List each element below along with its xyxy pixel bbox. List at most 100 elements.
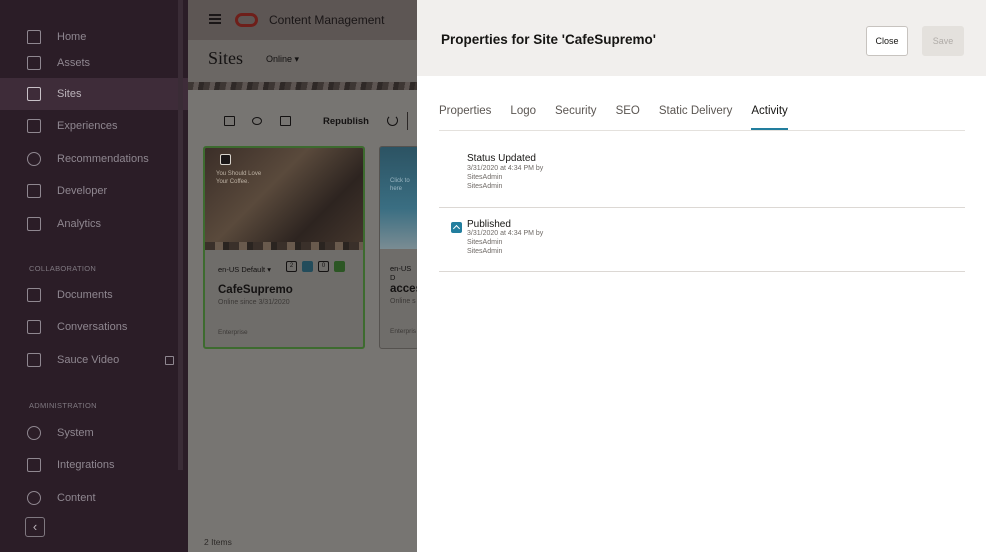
sites-icon (27, 87, 41, 101)
card-select-checkbox[interactable] (220, 154, 231, 165)
sidebar-scrollbar[interactable] (178, 0, 183, 470)
close-button[interactable]: Close (866, 26, 908, 56)
documents-icon (27, 288, 41, 302)
gear-icon (27, 426, 41, 440)
folder-icon[interactable] (224, 116, 235, 126)
tab-static-delivery[interactable]: Static Delivery (659, 105, 733, 130)
sidebar-item-documents[interactable]: Documents (0, 279, 188, 311)
activity-user: SitesAdmin (467, 183, 503, 190)
site-card-access[interactable]: Click to here en-US D acces Online s Ent… (379, 146, 419, 349)
activity-title: Status Updated (467, 153, 536, 164)
power-icon[interactable] (387, 115, 398, 126)
panel-header: Properties for Site 'CafeSupremo' Close … (417, 0, 986, 76)
activity-item: Published 3/31/2020 at 4:34 PM by SitesA… (439, 208, 965, 272)
panel-title: Properties for Site 'CafeSupremo' (441, 32, 656, 47)
sidebar-item-conversations[interactable]: Conversations (0, 311, 188, 343)
republish-button[interactable]: Republish (323, 116, 369, 127)
sidebar-item-label: System (57, 427, 94, 439)
main-content: Content Management Sites Online ▾ Republ… (188, 0, 419, 552)
site-card-cafesupremo[interactable]: You Should Love Your Coffee. en-US Defau… (203, 146, 365, 349)
activity-user: SitesAdmin (467, 248, 503, 255)
page-title: Sites (208, 48, 244, 68)
tab-security[interactable]: Security (555, 105, 597, 130)
sidebar-item-assets[interactable]: Assets (0, 47, 188, 79)
video-icon (27, 353, 41, 367)
content-icon (27, 491, 41, 505)
properties-panel: Properties for Site 'CafeSupremo' Close … (417, 0, 986, 552)
site-status: Online s (390, 298, 416, 305)
toolbar-divider (407, 112, 408, 130)
app-title: Content Management (269, 13, 385, 27)
collapse-sidebar-button[interactable]: ‹ (25, 517, 45, 537)
card-badges: 2 0 (286, 261, 345, 272)
analytics-icon (27, 217, 41, 231)
thumbnail-caption: Click to here (390, 178, 410, 192)
sidebar-item-integrations[interactable]: Integrations (0, 449, 188, 481)
sidebar-item-label: Integrations (57, 459, 115, 471)
sidebar-item-content[interactable]: Content (0, 482, 188, 514)
sidebar-item-analytics[interactable]: Analytics (0, 208, 188, 240)
view-icon[interactable] (252, 117, 262, 125)
sidebar-item-label: Experiences (57, 120, 118, 132)
activity-timestamp: 3/31/2020 at 4:34 PM by (467, 165, 544, 172)
zero-badge: 0 (318, 261, 329, 272)
sidebar-item-label: Assets (57, 57, 91, 69)
recommendations-icon (27, 152, 41, 166)
activity-timestamp: 3/31/2020 at 4:34 PM by (467, 230, 544, 237)
developer-icon (27, 184, 41, 198)
sidebar-item-label: Recommendations (57, 153, 149, 165)
assets-icon (27, 56, 41, 70)
activity-user: SitesAdmin (467, 239, 503, 246)
sidebar-item-label: Conversations (57, 321, 128, 333)
site-type: Enterpris (390, 328, 417, 335)
experiences-icon (27, 119, 41, 133)
activity-item: Status Updated 3/31/2020 at 4:34 PM by S… (439, 131, 965, 208)
sidebar-item-sauce-video[interactable]: Sauce Video (0, 344, 188, 376)
sidebar-item-system[interactable]: System (0, 417, 188, 449)
header-banner (188, 82, 417, 90)
site-name: acces (390, 283, 419, 295)
collaboration-section-label: COLLABORATION (29, 264, 97, 273)
external-link-icon[interactable] (165, 355, 174, 365)
status-filter-dropdown[interactable]: Online ▾ (266, 54, 299, 65)
sidebar-item-label: Sites (57, 88, 82, 100)
sidebar-item-label: Analytics (57, 218, 102, 230)
site-name: CafeSupremo (218, 284, 293, 296)
sidebar-item-experiences[interactable]: Experiences (0, 110, 188, 142)
copy-icon[interactable] (280, 116, 291, 126)
tab-seo[interactable]: SEO (616, 105, 640, 130)
site-status: Online since 3/31/2020 (218, 299, 290, 306)
tab-properties[interactable]: Properties (439, 105, 491, 130)
sidebar-item-label: Documents (57, 289, 113, 301)
site-thumbnail (380, 147, 418, 249)
oracle-logo-icon (235, 13, 258, 27)
sidebar-item-label: Home (57, 31, 87, 43)
tab-activity[interactable]: Activity (751, 105, 789, 130)
properties-tabs: Properties Logo Security SEO Static Deli… (439, 105, 807, 130)
conversations-icon (27, 320, 41, 334)
published-icon (451, 222, 462, 233)
save-button[interactable]: Save (922, 26, 964, 56)
sidebar: Home Assets Sites Experiences Recommenda… (0, 0, 188, 552)
hamburger-menu-icon[interactable] (209, 14, 221, 24)
site-type: Enterprise (218, 329, 248, 336)
published-badge-icon (302, 261, 313, 272)
thumbnail-strip (205, 242, 363, 250)
count-badge: 2 (286, 261, 297, 272)
sidebar-item-recommendations[interactable]: Recommendations (0, 143, 188, 175)
items-count: 2 Items (204, 537, 232, 547)
sidebar-item-developer[interactable]: Developer (0, 175, 188, 207)
integrations-icon (27, 458, 41, 472)
home-icon (27, 30, 41, 44)
activity-title: Published (467, 219, 511, 230)
sidebar-item-label: Developer (57, 185, 108, 197)
sidebar-item-sites[interactable]: Sites (0, 78, 188, 110)
tab-logo[interactable]: Logo (510, 105, 536, 130)
language-dropdown[interactable]: en-US D (390, 264, 418, 282)
language-dropdown[interactable]: en-US Default ▾ (218, 265, 271, 274)
activity-user: SitesAdmin (467, 174, 503, 181)
sidebar-item-label: Content (57, 492, 96, 504)
administration-section-label: ADMINISTRATION (29, 401, 97, 410)
sidebar-item-label: Sauce Video (57, 354, 120, 366)
thumbnail-caption: You Should Love Your Coffee. (216, 171, 262, 185)
